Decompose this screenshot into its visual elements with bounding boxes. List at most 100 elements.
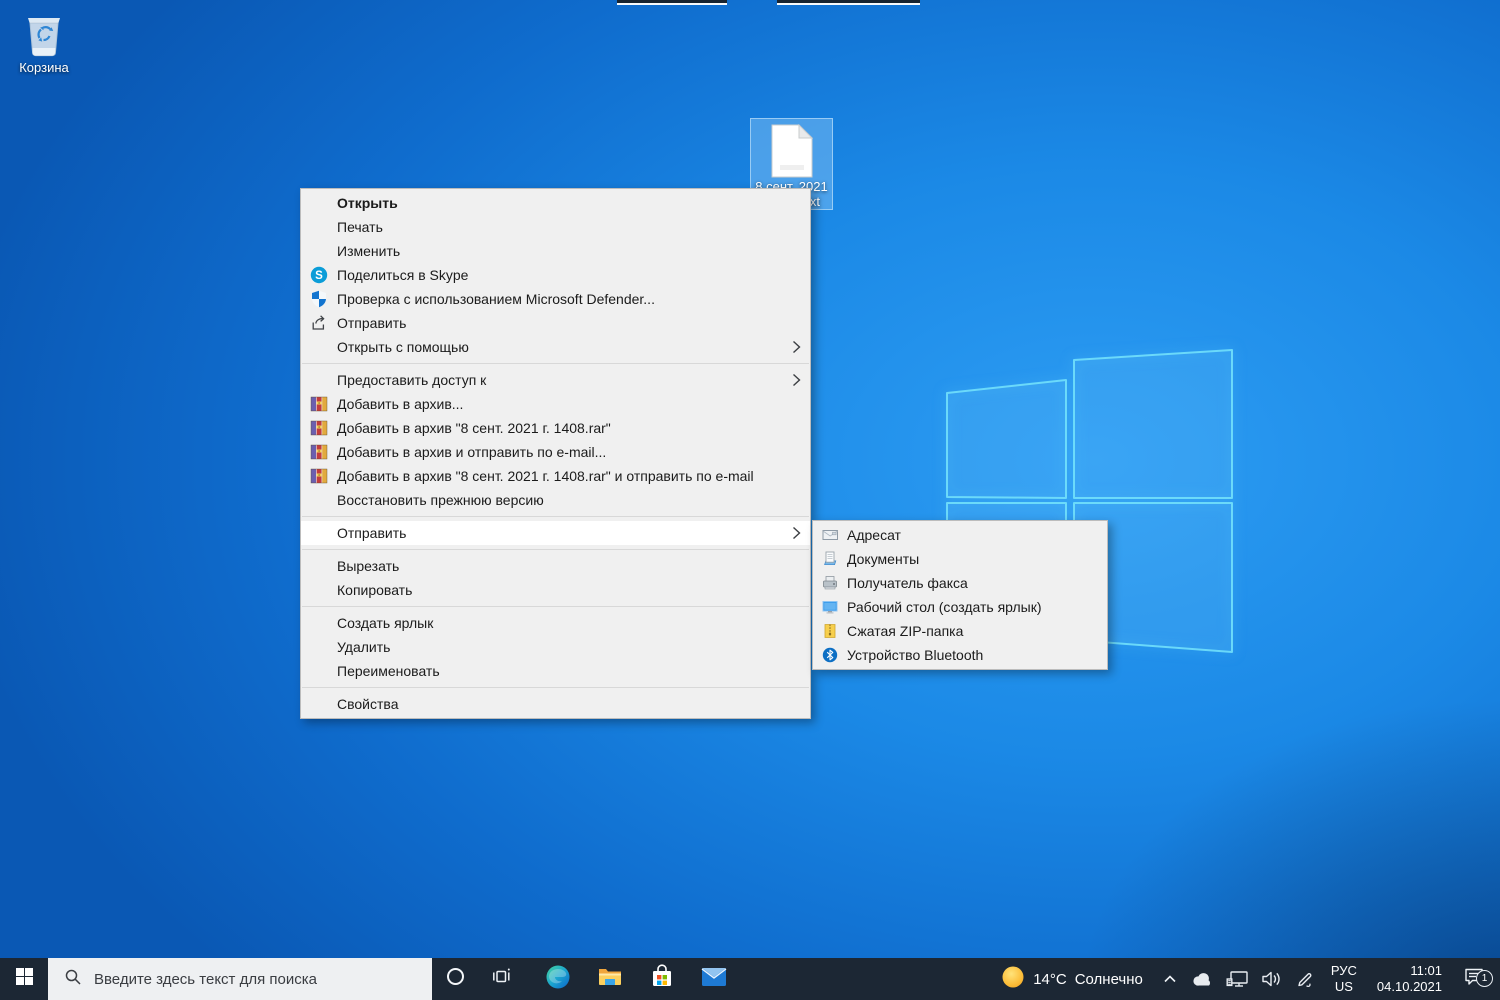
show-hidden-icons-button[interactable] — [1156, 971, 1184, 987]
menu-item-label: Создать ярлык — [337, 615, 433, 631]
menu-icon-empty — [309, 194, 329, 212]
menu-item-label: Адресат — [847, 527, 901, 543]
fax-icon — [821, 574, 839, 592]
context-menu-item[interactable]: Создать ярлык — [301, 611, 810, 635]
taskbar-search-box[interactable] — [48, 958, 432, 1000]
send-to-submenu-item[interactable]: Сжатая ZIP-папка — [813, 619, 1107, 643]
menu-separator — [302, 549, 809, 550]
context-menu-item[interactable]: S Поделиться в Skype — [301, 263, 810, 287]
menu-item-label: Предоставить доступ к — [337, 372, 486, 388]
search-input[interactable] — [92, 970, 396, 989]
taskbar: 14°C Солнечно РУС US 11:01 04.10.2021 1 — [0, 958, 1500, 1000]
context-menu-item[interactable]: Отправить — [301, 311, 810, 335]
chevron-right-icon — [792, 521, 801, 545]
menu-item-label: Копировать — [337, 582, 412, 598]
context-menu-item[interactable]: Предоставить доступ к — [301, 368, 810, 392]
menu-item-label: Документы — [847, 551, 919, 567]
document-glyph — [771, 124, 813, 178]
menu-icon-empty — [309, 218, 329, 236]
menu-separator — [302, 687, 809, 688]
store-taskbar-button[interactable] — [636, 958, 688, 1000]
context-menu-item[interactable]: Добавить в архив "8 сент. 2021 г. 1408.r… — [301, 464, 810, 488]
menu-icon-empty — [309, 371, 329, 389]
edge-taskbar-button[interactable] — [532, 958, 584, 1000]
defender-icon — [309, 290, 329, 308]
menu-item-label: Восстановить прежнюю версию — [337, 492, 544, 508]
window-edge-fragment — [777, 0, 920, 5]
menu-item-label: Добавить в архив "8 сент. 2021 г. 1408.r… — [337, 468, 754, 484]
menu-item-label: Добавить в архив и отправить по e-mail..… — [337, 444, 606, 460]
recycle-bin-glyph — [19, 6, 69, 58]
window-edge-fragment — [617, 0, 727, 5]
winrar-icon — [309, 443, 329, 461]
documents-icon — [821, 550, 839, 568]
taskbar-clock[interactable]: 11:01 04.10.2021 — [1367, 963, 1452, 995]
menu-icon-empty — [309, 614, 329, 632]
language-indicator[interactable]: РУС US — [1321, 963, 1367, 995]
context-menu-item[interactable]: Свойства — [301, 692, 810, 716]
context-menu: Открыть Печать Изменить S Поделиться в Skype… — [300, 188, 811, 719]
menu-icon-empty — [309, 338, 329, 356]
context-menu-item[interactable]: Добавить в архив... — [301, 392, 810, 416]
menu-item-label: Добавить в архив... — [337, 396, 463, 412]
menu-icon-empty — [309, 491, 329, 509]
menu-separator — [302, 516, 809, 517]
menu-item-label: Изменить — [337, 243, 400, 259]
language-primary: РУС — [1331, 963, 1357, 979]
desktop: Корзина 8 сент. 2021 xt ОткрытьПечатьИзм… — [0, 0, 1500, 1000]
context-menu-item[interactable]: Открыть — [301, 191, 810, 215]
taskbar-spacer — [524, 958, 532, 1000]
windows-ink-icon[interactable] — [1289, 969, 1321, 989]
menu-icon-empty — [309, 638, 329, 656]
send-to-submenu-item[interactable]: Получатель факса — [813, 571, 1107, 595]
context-menu-item[interactable]: Печать — [301, 215, 810, 239]
context-menu-item[interactable]: Переименовать — [301, 659, 810, 683]
context-menu-item[interactable]: Добавить в архив "8 сент. 2021 г. 1408.r… — [301, 416, 810, 440]
taskbar-tray: 14°C Солнечно РУС US 11:01 04.10.2021 1 — [988, 958, 1500, 1000]
context-menu-item[interactable]: Вырезать — [301, 554, 810, 578]
file-explorer-taskbar-button[interactable] — [584, 958, 636, 1000]
weather-widget[interactable]: 14°C Солнечно — [988, 965, 1156, 993]
cortana-button[interactable] — [432, 958, 478, 1000]
menu-icon-empty — [309, 662, 329, 680]
menu-item-label: Печать — [337, 219, 383, 235]
chevron-right-icon — [792, 368, 801, 392]
menu-separator — [302, 363, 809, 364]
send-to-submenu-item[interactable]: Документы — [813, 547, 1107, 571]
context-menu-item[interactable]: Проверка с использованием Microsoft Defe… — [301, 287, 810, 311]
context-menu-item[interactable]: Изменить — [301, 239, 810, 263]
send-to-submenu-item[interactable]: Устройство Bluetooth — [813, 643, 1107, 667]
menu-item-label: Рабочий стол (создать ярлык) — [847, 599, 1041, 615]
menu-item-label: Открыть — [337, 195, 398, 211]
mail-taskbar-button[interactable] — [688, 958, 740, 1000]
svg-text:S: S — [315, 270, 323, 282]
menu-icon-empty — [309, 581, 329, 599]
menu-item-label: Поделиться в Skype — [337, 267, 468, 283]
menu-item-label: Получатель факса — [847, 575, 968, 591]
recycle-bin-icon[interactable]: Корзина — [4, 6, 84, 75]
onedrive-icon[interactable] — [1184, 971, 1220, 987]
desktop-shortcut-icon — [821, 598, 839, 616]
task-view-button[interactable] — [478, 958, 524, 1000]
menu-icon-empty — [309, 557, 329, 575]
task-view-icon — [492, 967, 511, 991]
start-button[interactable] — [0, 958, 48, 1000]
send-to-submenu-item[interactable]: Адресат — [813, 523, 1107, 547]
menu-icon-empty — [309, 695, 329, 713]
context-menu-item[interactable]: Отправить — [301, 521, 810, 545]
context-menu-item[interactable]: Добавить в архив и отправить по e-mail..… — [301, 440, 810, 464]
send-to-submenu-item[interactable]: Рабочий стол (создать ярлык) — [813, 595, 1107, 619]
file-explorer-icon — [597, 965, 623, 994]
network-icon[interactable] — [1220, 970, 1255, 989]
context-menu-item[interactable]: Восстановить прежнюю версию — [301, 488, 810, 512]
menu-item-label: Вырезать — [337, 558, 399, 574]
context-menu-item[interactable]: Удалить — [301, 635, 810, 659]
context-menu-item[interactable]: Копировать — [301, 578, 810, 602]
sun-icon — [1001, 965, 1025, 993]
context-menu-item[interactable]: Открыть с помощью — [301, 335, 810, 359]
weather-temperature: 14°C — [1033, 971, 1067, 988]
bluetooth-icon — [821, 646, 839, 664]
winrar-icon — [309, 395, 329, 413]
volume-icon[interactable] — [1255, 970, 1289, 988]
action-center-button[interactable]: 1 — [1452, 967, 1496, 992]
